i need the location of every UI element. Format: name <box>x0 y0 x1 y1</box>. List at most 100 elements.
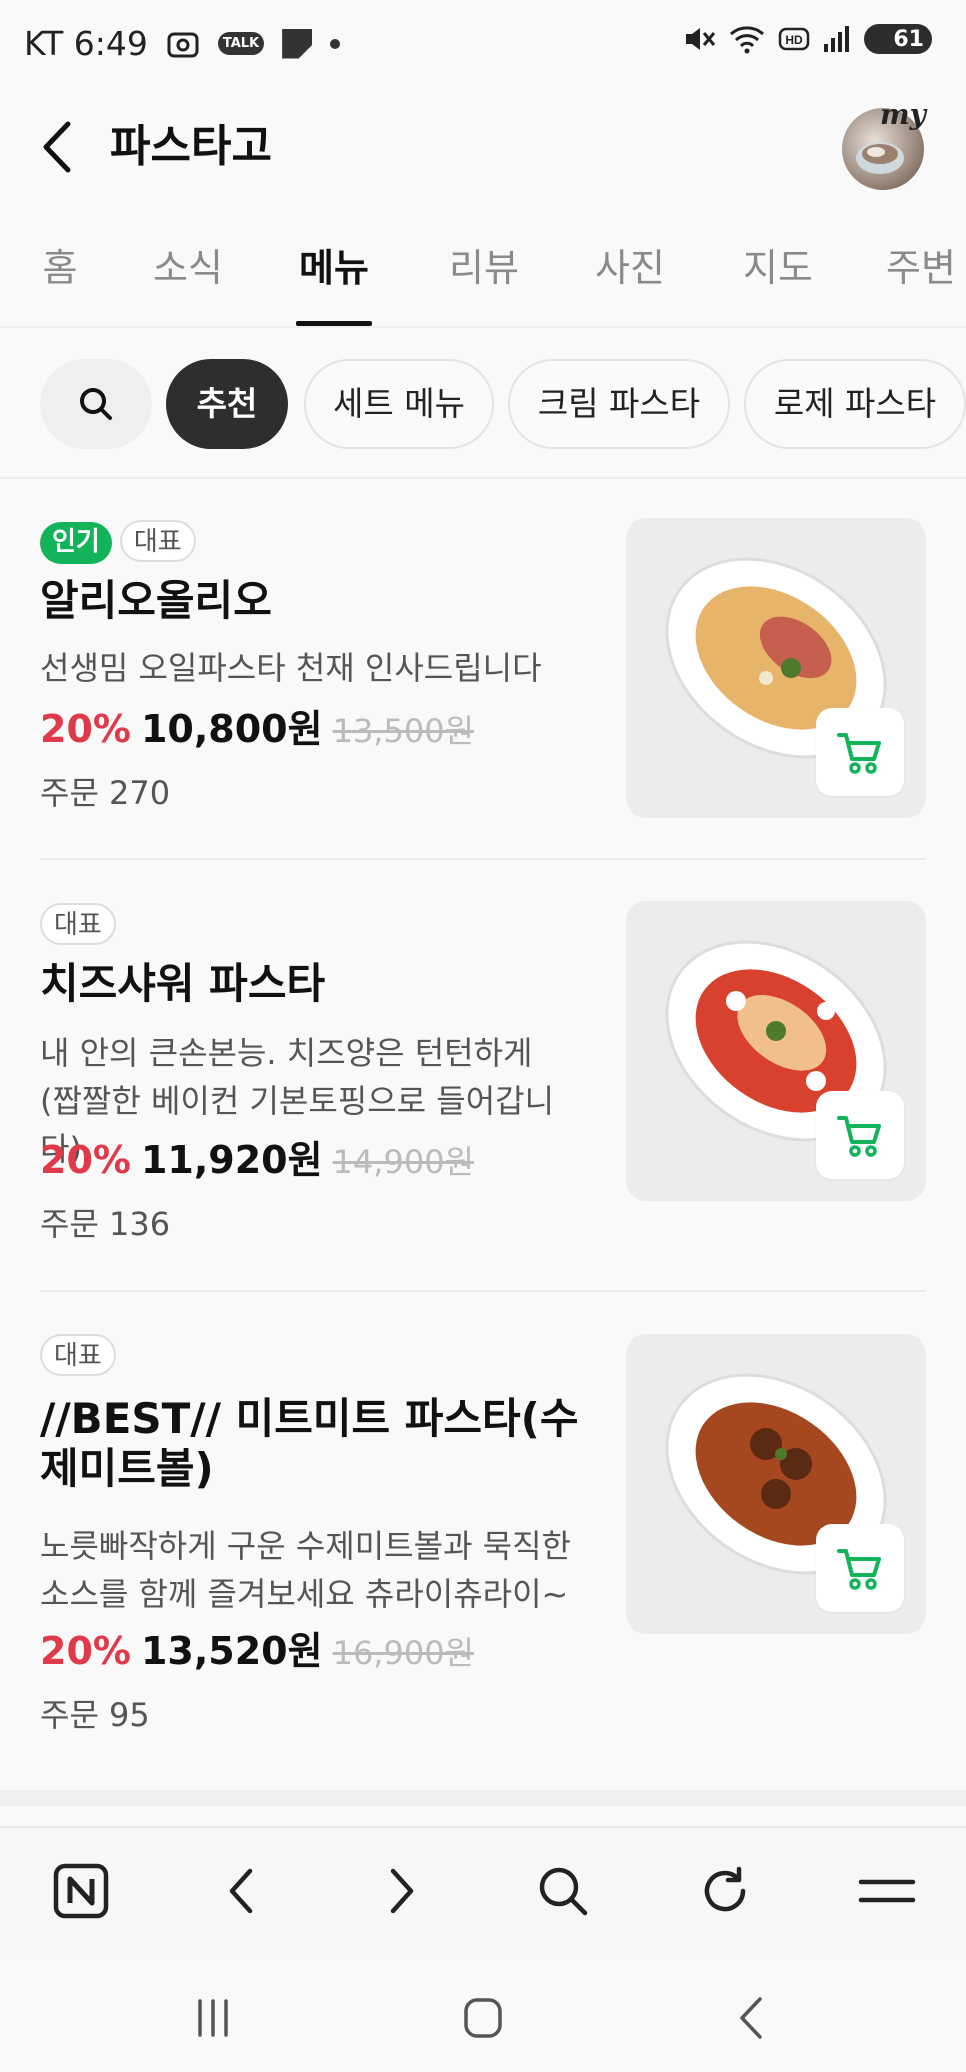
tab-photo[interactable]: 사진 <box>592 230 668 326</box>
carrier-time: KT 6:49 <box>24 24 148 63</box>
page-title: 파스타고 <box>110 121 272 172</box>
browser-toolbar <box>0 1826 966 1954</box>
notification-icon <box>282 28 313 59</box>
original-price: 14,900원 <box>332 1143 474 1181</box>
back-button[interactable] <box>34 112 80 182</box>
original-price: 13,500원 <box>332 712 474 750</box>
sale-price: 11,920원 <box>140 1138 323 1182</box>
hamburger-menu-icon <box>858 1879 916 1903</box>
badge-row: 인기 대표 <box>40 520 204 564</box>
home-button[interactable] <box>448 1988 518 2048</box>
badge-signature: 대표 <box>119 520 196 562</box>
screenshot-icon <box>167 32 199 57</box>
menu-item-image[interactable] <box>626 901 926 1201</box>
order-count: 주문 95 <box>40 1696 150 1734</box>
add-to-cart-button[interactable] <box>816 1091 904 1179</box>
tab-label: 소식 <box>153 246 223 290</box>
order-count: 주문 270 <box>40 774 171 812</box>
tab-review[interactable]: 리뷰 <box>444 230 524 326</box>
menu-item-image[interactable] <box>626 518 926 818</box>
recent-apps-icon <box>198 1999 228 2037</box>
item-divider <box>40 1290 926 1292</box>
tab-label: 리뷰 <box>449 246 519 290</box>
tab-active-indicator <box>296 321 372 326</box>
tab-label: 주변 <box>886 246 956 290</box>
original-price: 16,900원 <box>332 1634 474 1672</box>
status-bar: KT 6:49 TALK HD 61 <box>0 0 966 90</box>
browser-search-button[interactable] <box>528 1856 598 1926</box>
badge-popular: 인기 <box>40 522 112 564</box>
chevron-right-icon <box>390 1868 414 1914</box>
browser-forward-button[interactable] <box>368 1856 438 1926</box>
browser-menu-button[interactable] <box>852 1856 922 1926</box>
mute-icon <box>686 28 716 50</box>
tab-home[interactable]: 홈 <box>30 230 90 326</box>
tab-label: 사진 <box>595 246 665 290</box>
hd-icon: HD <box>778 27 810 51</box>
menu-item[interactable]: 대표 치즈샤워 파스타 내 안의 큰손본능. 치즈양은 턴턴하게 (짭짤한 베이… <box>0 895 966 1285</box>
status-right: HD 61 <box>682 24 932 54</box>
refresh-icon <box>704 1866 746 1912</box>
menu-item-name: //BEST// 미트미트 파스타(수제미트볼) <box>40 1394 579 1493</box>
chip-rose-pasta[interactable]: 로제 파스타 <box>744 359 966 449</box>
price-row: 20% 10,800원 13,500원 <box>40 704 474 756</box>
badge-row: 대표 <box>40 1334 124 1376</box>
tab-nearby[interactable]: 주변 <box>886 230 966 326</box>
menu-item[interactable]: 인기 대표 알리오올리오 선생밈 오일파스타 천재 인사드립니다 20% 10,80… <box>0 510 966 850</box>
search-icon <box>80 388 112 420</box>
battery-level: 61 <box>893 26 924 52</box>
item-divider <box>40 858 926 860</box>
menu-item[interactable]: 대표 //BEST// 미트미트 파스타(수제미트볼) 노릇빠작하게 구운 수제… <box>0 1326 966 1746</box>
menu-item-description: 노릇빠작하게 구운 수제미트볼과 묵직한 소스를 함께 즐겨보세요 츄라이츄라이… <box>40 1527 571 1613</box>
discount-rate: 20% <box>40 707 131 751</box>
status-left: KT 6:49 TALK <box>24 24 341 63</box>
menu-item-name: 치즈샤워 파스타 <box>40 959 326 1008</box>
chip-set-menu[interactable]: 세트 메뉴 <box>304 359 494 449</box>
category-chip-bar: 추천 세트 메뉴 크림 파스타 로제 파스타 <box>0 345 966 475</box>
browser-back-button[interactable] <box>205 1856 275 1926</box>
battery-indicator: 61 <box>864 24 932 54</box>
chipbar-divider <box>0 477 966 479</box>
talk-icon: TALK <box>217 32 265 55</box>
section-separator <box>0 1790 966 1806</box>
price-row: 20% 13,520원 16,900원 <box>40 1626 474 1678</box>
chevron-left-icon <box>229 1868 253 1914</box>
add-to-cart-button[interactable] <box>816 708 904 796</box>
svg-text:HD: HD <box>785 33 803 47</box>
cart-icon <box>837 1116 881 1157</box>
order-count: 주문 136 <box>40 1205 171 1243</box>
menu-item-image[interactable] <box>626 1334 926 1634</box>
badge-signature: 대표 <box>40 1334 116 1376</box>
chip-recommended[interactable]: 추천 <box>166 359 288 449</box>
cart-icon <box>837 733 881 774</box>
badge-row: 대표 <box>40 903 124 945</box>
menu-search-button[interactable] <box>40 359 152 449</box>
sale-price: 13,520원 <box>140 1629 323 1673</box>
tab-news[interactable]: 소식 <box>148 230 228 326</box>
naver-n-icon <box>53 1863 109 1919</box>
naver-home-button[interactable] <box>46 1856 116 1926</box>
back-icon <box>740 1997 762 2039</box>
tab-label: 홈 <box>42 246 78 290</box>
browser-refresh-button[interactable] <box>690 1856 760 1926</box>
tab-bar: 홈 소식 메뉴 리뷰 사진 지도 주변 <box>0 230 966 328</box>
wifi-icon <box>730 26 764 54</box>
tab-menu[interactable]: 메뉴 <box>296 230 372 326</box>
menu-item-name: 알리오올리오 <box>40 576 272 625</box>
cart-icon <box>837 1549 881 1590</box>
home-icon <box>464 1998 502 2038</box>
price-row: 20% 11,920원 14,900원 <box>40 1135 474 1187</box>
chevron-left-icon <box>43 121 71 173</box>
add-to-cart-button[interactable] <box>816 1524 904 1612</box>
discount-rate: 20% <box>40 1138 131 1182</box>
recent-apps-button[interactable] <box>178 1988 248 2048</box>
chip-cream-pasta[interactable]: 크림 파스타 <box>508 359 730 449</box>
tab-label: 지도 <box>743 246 813 290</box>
discount-rate: 20% <box>40 1629 131 1673</box>
system-back-button[interactable] <box>718 1988 788 2048</box>
menu-item-description: 선생밈 오일파스타 천재 인사드립니다 <box>40 649 542 687</box>
tab-label: 메뉴 <box>299 246 369 290</box>
tab-map[interactable]: 지도 <box>738 230 818 326</box>
badge-signature: 대표 <box>40 903 116 945</box>
signal-icon <box>824 26 849 52</box>
